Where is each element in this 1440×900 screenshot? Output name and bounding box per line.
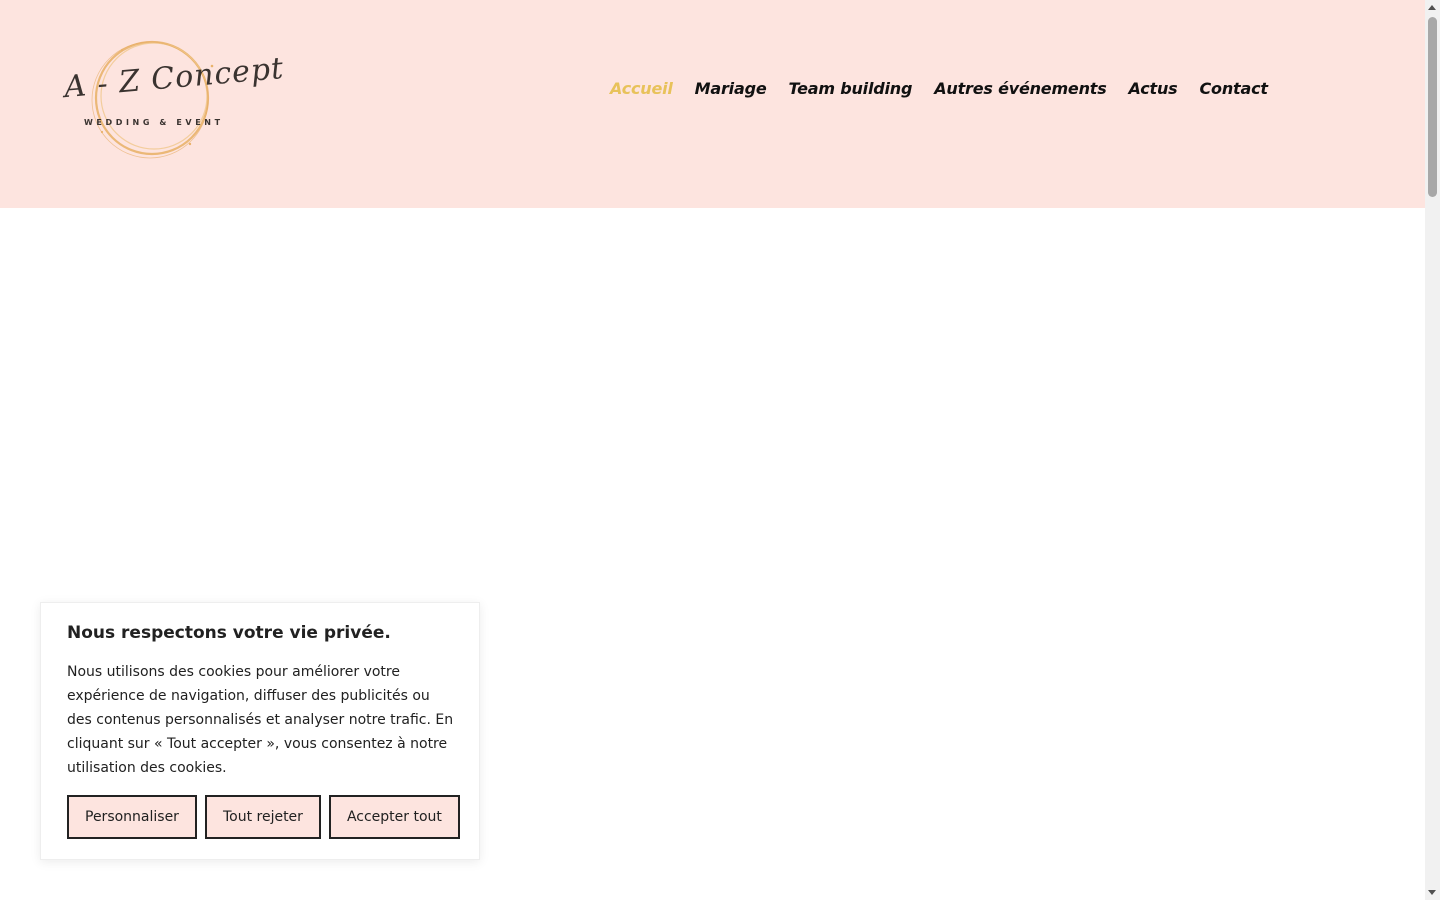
cookie-buttons: Personnaliser Tout rejeter Accepter tout	[67, 795, 460, 839]
site-header: A - Z Concept WEDDING & EVENT Accueil Ma…	[0, 0, 1425, 208]
main-nav: Accueil Mariage Team building Autres évé…	[610, 74, 1268, 102]
nav-item-actus[interactable]: Actus	[1129, 79, 1178, 98]
accept-all-button[interactable]: Accepter tout	[328, 795, 460, 839]
nav-item-mariage[interactable]: Mariage	[695, 79, 767, 98]
scrollbar-thumb[interactable]	[1428, 17, 1437, 197]
nav-item-contact[interactable]: Contact	[1200, 79, 1269, 98]
customize-button[interactable]: Personnaliser	[67, 795, 197, 839]
page: A - Z Concept WEDDING & EVENT Accueil Ma…	[0, 0, 1440, 900]
nav-item-autres-evenements[interactable]: Autres événements	[934, 79, 1107, 98]
vertical-scrollbar[interactable]	[1425, 0, 1440, 900]
cookie-banner: Nous respectons votre vie privée. Nous u…	[40, 602, 480, 860]
nav-item-team-building[interactable]: Team building	[788, 79, 912, 98]
chevron-down-icon[interactable]	[1428, 890, 1436, 895]
cookie-text: Nous utilisons des cookies pour améliore…	[67, 664, 454, 776]
reject-all-button[interactable]: Tout rejeter	[204, 795, 321, 839]
cookie-title: Nous respectons votre vie privée.	[67, 623, 391, 643]
nav-item-accueil[interactable]: Accueil	[610, 79, 673, 98]
logo-tagline: WEDDING & EVENT	[84, 118, 224, 127]
site-logo[interactable]: A - Z Concept WEDDING & EVENT	[62, 36, 285, 160]
chevron-up-icon[interactable]	[1428, 5, 1436, 10]
